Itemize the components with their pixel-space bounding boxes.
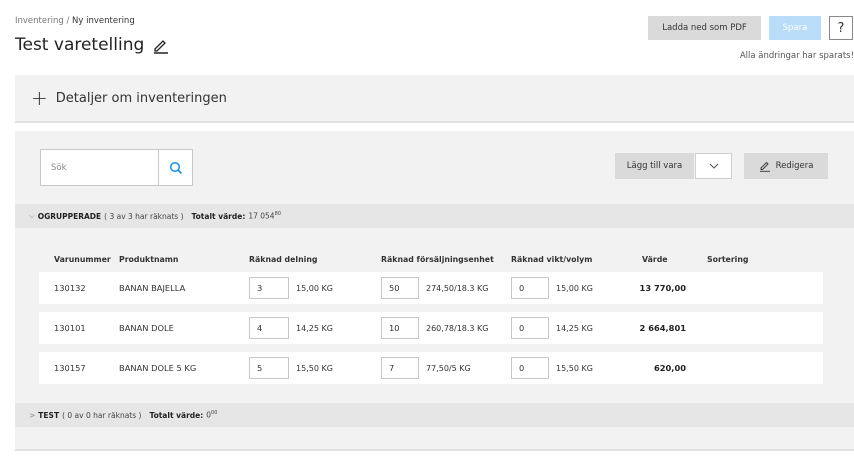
item-name: BANAN DOLE 5 KG bbox=[119, 363, 197, 373]
sales-qty-input[interactable]: 7 bbox=[381, 357, 419, 379]
breadcrumb: Inventering / Ny inventering bbox=[15, 16, 135, 26]
item-number: 130132 bbox=[54, 283, 86, 293]
details-section-toggle[interactable]: + Detaljer om inventeringen bbox=[15, 75, 854, 123]
group-count: ( 3 av 3 har räknats ) bbox=[104, 211, 184, 221]
weight-unit: 15,50 KG bbox=[556, 363, 593, 373]
add-item-dropdown[interactable] bbox=[695, 153, 732, 179]
chevron-right-icon: > bbox=[29, 410, 36, 420]
chevron-down-icon: ⌵ bbox=[29, 211, 35, 220]
group-total-label: Totalt värde: bbox=[149, 410, 204, 420]
column-header-value: Värde bbox=[642, 255, 668, 264]
group-count: ( 0 av 0 har räknats ) bbox=[62, 410, 142, 420]
search-input[interactable] bbox=[41, 150, 159, 185]
split-qty-input[interactable]: 4 bbox=[249, 317, 289, 339]
sales-unit: 77,50/5 KG bbox=[426, 363, 471, 373]
weight-qty-input[interactable]: 0 bbox=[511, 357, 549, 379]
add-item-button[interactable]: Lägg till vara bbox=[615, 153, 694, 179]
item-value: 2 664,801 bbox=[639, 323, 686, 333]
column-header-weight: Räknad vikt/volym bbox=[511, 255, 593, 264]
table-row: 130132 BANAN BAJELLA 3 15,00 KG 50 274,5… bbox=[39, 272, 823, 304]
item-number: 130101 bbox=[54, 323, 86, 333]
item-value: 620,00 bbox=[653, 363, 686, 373]
sales-qty-input[interactable]: 50 bbox=[381, 277, 419, 299]
column-header-split: Räknad delning bbox=[249, 255, 318, 264]
sales-qty-input[interactable]: 10 bbox=[381, 317, 419, 339]
details-title: Detaljer om inventeringen bbox=[55, 90, 227, 106]
group-total-value: 000 bbox=[206, 410, 218, 420]
split-unit: 15,00 KG bbox=[296, 283, 333, 293]
group-total-label: Totalt värde: bbox=[191, 211, 246, 221]
breadcrumb-separator: / bbox=[66, 16, 70, 26]
weight-qty-input[interactable]: 0 bbox=[511, 317, 549, 339]
group-header-test[interactable]: > TEST ( 0 av 0 har räknats ) Totalt vär… bbox=[15, 403, 854, 427]
column-header-name: Produktnamn bbox=[119, 255, 179, 264]
item-value: 13 770,00 bbox=[639, 283, 686, 293]
sales-unit: 274,50/18.3 KG bbox=[426, 283, 489, 293]
saved-status: Alla ändringar har sparats! bbox=[739, 51, 854, 61]
group-name: TEST bbox=[38, 410, 60, 420]
weight-qty-input[interactable]: 0 bbox=[511, 277, 549, 299]
column-header-sales-unit: Räknad försäljningsenhet bbox=[381, 255, 494, 264]
search-box bbox=[40, 149, 193, 186]
plus-icon: + bbox=[31, 86, 48, 110]
search-icon[interactable] bbox=[158, 150, 192, 185]
save-button[interactable]: Spara bbox=[769, 16, 821, 40]
group-total-value: 17 05480 bbox=[248, 211, 281, 221]
split-unit: 14,25 KG bbox=[296, 323, 333, 333]
split-unit: 15,50 KG bbox=[296, 363, 333, 373]
table-row: 130157 BANAN DOLE 5 KG 5 15,50 KG 7 77,5… bbox=[39, 352, 823, 384]
pencil-icon[interactable] bbox=[152, 36, 170, 54]
weight-unit: 14,25 KG bbox=[556, 323, 593, 333]
item-number: 130157 bbox=[54, 363, 86, 373]
help-button[interactable]: ? bbox=[829, 16, 853, 40]
split-qty-input[interactable]: 3 bbox=[249, 277, 289, 299]
group-name: OGRUPPERADE bbox=[37, 211, 102, 221]
pencil-icon bbox=[759, 161, 770, 172]
edit-label: Redigera bbox=[775, 161, 814, 171]
download-pdf-button[interactable]: Ladda ned som PDF bbox=[648, 16, 761, 40]
sales-unit: 260,78/18.3 KG bbox=[426, 323, 489, 333]
breadcrumb-current: Ny inventering bbox=[72, 16, 135, 26]
split-qty-input[interactable]: 5 bbox=[249, 357, 289, 379]
edit-button[interactable]: Redigera bbox=[744, 153, 828, 179]
item-name: BANAN BAJELLA bbox=[119, 283, 186, 293]
column-header-sorting: Sortering bbox=[707, 255, 749, 264]
page-title-row: Test varetelling bbox=[15, 35, 170, 55]
chevron-down-icon bbox=[709, 163, 718, 169]
item-name: BANAN DOLE bbox=[119, 323, 174, 333]
inventory-panel: Lägg till vara Redigera ⌵ OGRUPPERADE ( … bbox=[15, 131, 854, 451]
table-row: 130101 BANAN DOLE 4 14,25 KG 10 260,78/1… bbox=[39, 312, 823, 344]
group-header-ogrupperade[interactable]: ⌵ OGRUPPERADE ( 3 av 3 har räknats ) Tot… bbox=[15, 204, 854, 228]
page-title: Test varetelling bbox=[15, 35, 145, 55]
breadcrumb-parent-link[interactable]: Inventering bbox=[15, 16, 64, 26]
weight-unit: 15,00 KG bbox=[556, 283, 593, 293]
column-header-number: Varunummer bbox=[54, 255, 111, 264]
